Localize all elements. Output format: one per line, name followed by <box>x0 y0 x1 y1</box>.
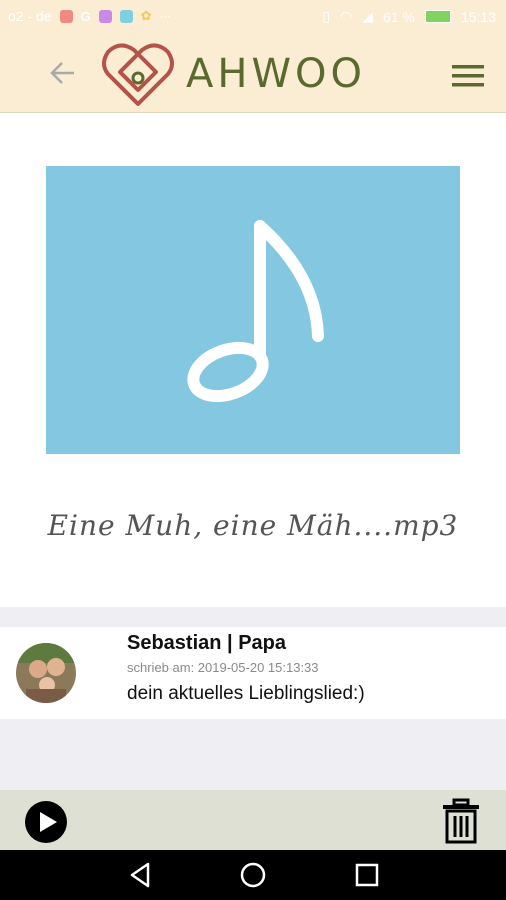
nav-recents-button[interactable] <box>352 860 382 890</box>
clock: 15:13 <box>460 8 496 25</box>
hamburger-menu-icon <box>452 65 484 87</box>
comment-text: dein aktuelles Lieblingslied:) <box>127 683 365 704</box>
app-header: AHWOO <box>0 32 506 113</box>
music-note-icon <box>187 220 324 403</box>
menu-button[interactable] <box>450 62 486 90</box>
photos-app-icon: ✿ <box>140 8 152 23</box>
signal-icon: ◢ <box>362 8 374 24</box>
screen-app-icon <box>119 9 133 23</box>
nav-home-icon <box>240 862 266 888</box>
battery-icon <box>424 10 451 23</box>
back-button[interactable] <box>46 56 80 90</box>
brand-name: AHWOO <box>186 51 366 97</box>
media-thumbnail[interactable] <box>46 166 460 454</box>
status-left: o2 - de G ✿ ⋯ <box>8 8 171 24</box>
system-nav-bar <box>0 850 506 900</box>
wifi-icon: ◠ <box>340 8 353 24</box>
more-dots-icon: ⋯ <box>159 10 171 23</box>
brand-logo: AHWOO <box>100 38 366 110</box>
nav-recents-icon <box>355 863 379 887</box>
status-bar: o2 - de G ✿ ⋯ ▯ ◠ ◢ 61 % 15:13 <box>0 0 506 32</box>
nav-back-button[interactable] <box>126 860 156 890</box>
comment-date: schrieb am: 2019-05-20 15:13:33 <box>127 660 319 675</box>
player-bar <box>0 790 506 850</box>
comment-author: Sebastian | Papa <box>127 632 286 654</box>
back-arrow-icon <box>50 62 74 84</box>
play-icon <box>25 801 67 843</box>
notes-app-icon <box>98 9 112 23</box>
delete-button[interactable] <box>440 798 482 844</box>
avatar-photo <box>16 643 76 703</box>
status-right: ▯ ◠ ◢ 61 % 15:13 <box>322 8 496 25</box>
comment-item: Sebastian | Papa schrieb am: 2019-05-20 … <box>0 627 506 719</box>
play-button[interactable] <box>24 800 68 844</box>
media-title: Eine Muh, eine Mäh....mp3 <box>47 509 459 542</box>
trash-icon <box>443 798 479 844</box>
heart-logo-icon <box>102 43 174 106</box>
battery-percent: 61 % <box>383 8 415 25</box>
media-card: Eine Muh, eine Mäh....mp3 <box>0 113 506 607</box>
carrier-label: o2 - de <box>8 8 52 24</box>
message-icon <box>59 9 73 23</box>
nav-back-icon <box>130 862 150 888</box>
vibrate-icon: ▯ <box>322 8 331 24</box>
google-icon: G <box>80 8 91 24</box>
nav-home-button[interactable] <box>238 860 268 890</box>
avatar <box>16 643 76 703</box>
